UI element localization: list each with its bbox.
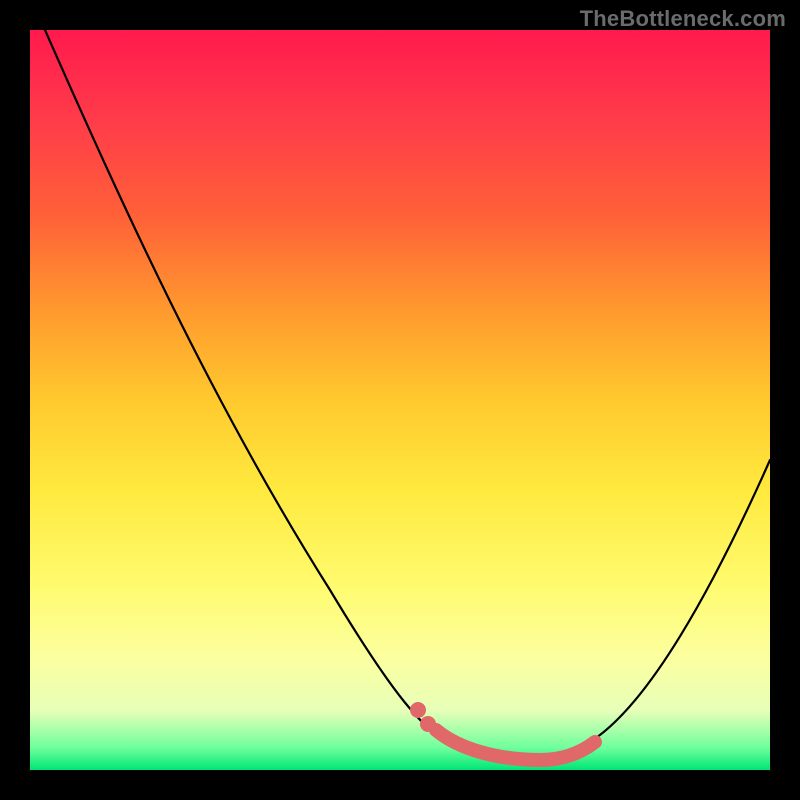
- marker-dot: [420, 716, 436, 732]
- marker-dot: [410, 702, 426, 718]
- bottleneck-curve: [45, 30, 770, 761]
- curve-svg: [30, 30, 770, 770]
- chart-plot-area: [30, 30, 770, 770]
- watermark-text: TheBottleneck.com: [580, 6, 786, 32]
- optimal-range-highlight: [436, 730, 595, 760]
